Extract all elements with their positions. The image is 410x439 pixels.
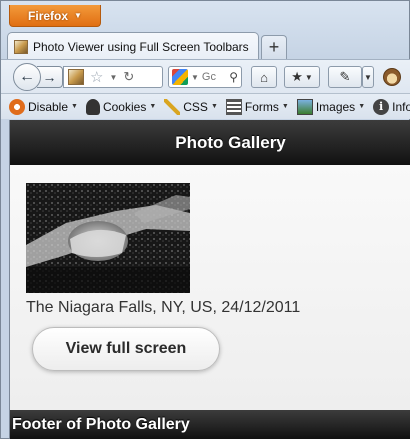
- home-button[interactable]: ⌂: [251, 66, 277, 88]
- footer-title: Footer of Photo Gallery: [12, 415, 190, 433]
- pipette-icon: ✎: [339, 69, 351, 84]
- back-forward-group: ← →: [13, 63, 65, 91]
- cookies-icon: [85, 98, 100, 115]
- browser-window: Firefox ▼ Photo Viewer using Full Screen…: [0, 0, 410, 439]
- dev-menu-label: Inforn: [392, 99, 410, 114]
- bookmarks-button[interactable]: ★ ▼: [284, 66, 320, 88]
- home-icon: ⌂: [260, 69, 268, 85]
- page-viewport: Photo Gallery The Niagara Falls, NY, US,…: [9, 120, 410, 439]
- favicon-icon: [14, 39, 28, 54]
- search-bar[interactable]: ▼ Gc ⚲: [168, 66, 242, 88]
- css-icon: [164, 98, 181, 115]
- search-engine-icon[interactable]: [172, 69, 188, 85]
- firefox-menu-label: Firefox: [28, 8, 69, 23]
- page-footer: Footer of Photo Gallery: [10, 410, 410, 439]
- site-identity-icon[interactable]: [68, 69, 84, 85]
- chevron-down-icon: ▼: [71, 103, 78, 110]
- gallery-photo[interactable]: [26, 183, 190, 293]
- url-history-dropdown-icon[interactable]: ▼: [109, 73, 117, 82]
- chevron-down-icon: ▼: [210, 103, 218, 110]
- chevron-down-icon: ▼: [364, 72, 372, 82]
- back-button[interactable]: ←: [13, 63, 41, 91]
- page-body: The Niagara Falls, NY, US, 24/12/2011 Vi…: [10, 165, 410, 410]
- developer-tool-dropdown[interactable]: ▼: [362, 66, 374, 88]
- dev-menu-images[interactable]: Images ▼: [296, 98, 366, 115]
- dev-menu-label: CSS: [183, 99, 208, 114]
- url-bar[interactable]: ☆ ▼ ↻: [63, 66, 163, 88]
- search-magnifier-icon[interactable]: ⚲: [229, 70, 238, 84]
- page-header: Photo Gallery: [10, 120, 410, 165]
- search-input[interactable]: Gc: [202, 71, 216, 83]
- photo-caption: The Niagara Falls, NY, US, 24/12/2011: [26, 299, 301, 316]
- forms-icon: [225, 98, 242, 115]
- page-title: Photo Gallery: [175, 132, 286, 152]
- web-developer-toolbar: Disable ▼ Cookies ▼ CSS ▼ Forms ▼ Images…: [1, 93, 410, 119]
- new-tab-button[interactable]: +: [261, 35, 287, 59]
- images-icon: [296, 98, 313, 115]
- niagara-photo-image: [26, 183, 190, 293]
- dev-menu-disable[interactable]: Disable ▼: [9, 98, 78, 115]
- bookmarks-dropdown-icon: ▼: [304, 72, 313, 82]
- tab-title: Photo Viewer using Full Screen Toolbars: [33, 39, 249, 54]
- info-icon: i: [373, 98, 390, 115]
- chevron-down-icon: ▼: [358, 103, 366, 110]
- arrow-left-icon: ←: [19, 68, 35, 85]
- navigation-toolbar: ← → ☆ ▼ ↻ ▼ Gc ⚲ ⌂ ★ ▼ ✎ ▼: [1, 59, 410, 93]
- tab-strip: Photo Viewer using Full Screen Toolbars …: [1, 29, 410, 60]
- chevron-down-icon: ▼: [74, 11, 82, 20]
- bookmarks-icon: ★: [291, 69, 303, 84]
- monkey-icon: [383, 68, 401, 86]
- chevron-down-icon: ▼: [281, 103, 289, 110]
- chevron-down-icon: ▼: [149, 103, 157, 110]
- dev-menu-forms[interactable]: Forms ▼: [225, 98, 289, 115]
- reload-icon[interactable]: ↻: [123, 69, 134, 85]
- dev-menu-css[interactable]: CSS ▼: [164, 98, 218, 115]
- tab-photo-viewer[interactable]: Photo Viewer using Full Screen Toolbars: [7, 32, 259, 60]
- firefox-menu-button[interactable]: Firefox ▼: [9, 5, 101, 27]
- disable-icon: [9, 98, 25, 115]
- dev-menu-label: Forms: [244, 99, 279, 114]
- dev-menu-cookies[interactable]: Cookies ▼: [85, 98, 157, 115]
- dev-menu-information[interactable]: i Inforn: [373, 98, 410, 115]
- addon-button[interactable]: [379, 66, 405, 88]
- view-full-screen-button[interactable]: View full screen: [32, 327, 220, 371]
- bookmark-star-icon[interactable]: ☆: [90, 68, 103, 86]
- developer-tool-button[interactable]: ✎: [328, 66, 362, 88]
- arrow-right-icon: →: [42, 69, 57, 85]
- dev-menu-label: Cookies: [102, 99, 147, 114]
- search-engine-dropdown-icon[interactable]: ▼: [191, 73, 199, 82]
- dev-menu-label: Images: [315, 99, 356, 114]
- dev-menu-label: Disable: [28, 99, 69, 114]
